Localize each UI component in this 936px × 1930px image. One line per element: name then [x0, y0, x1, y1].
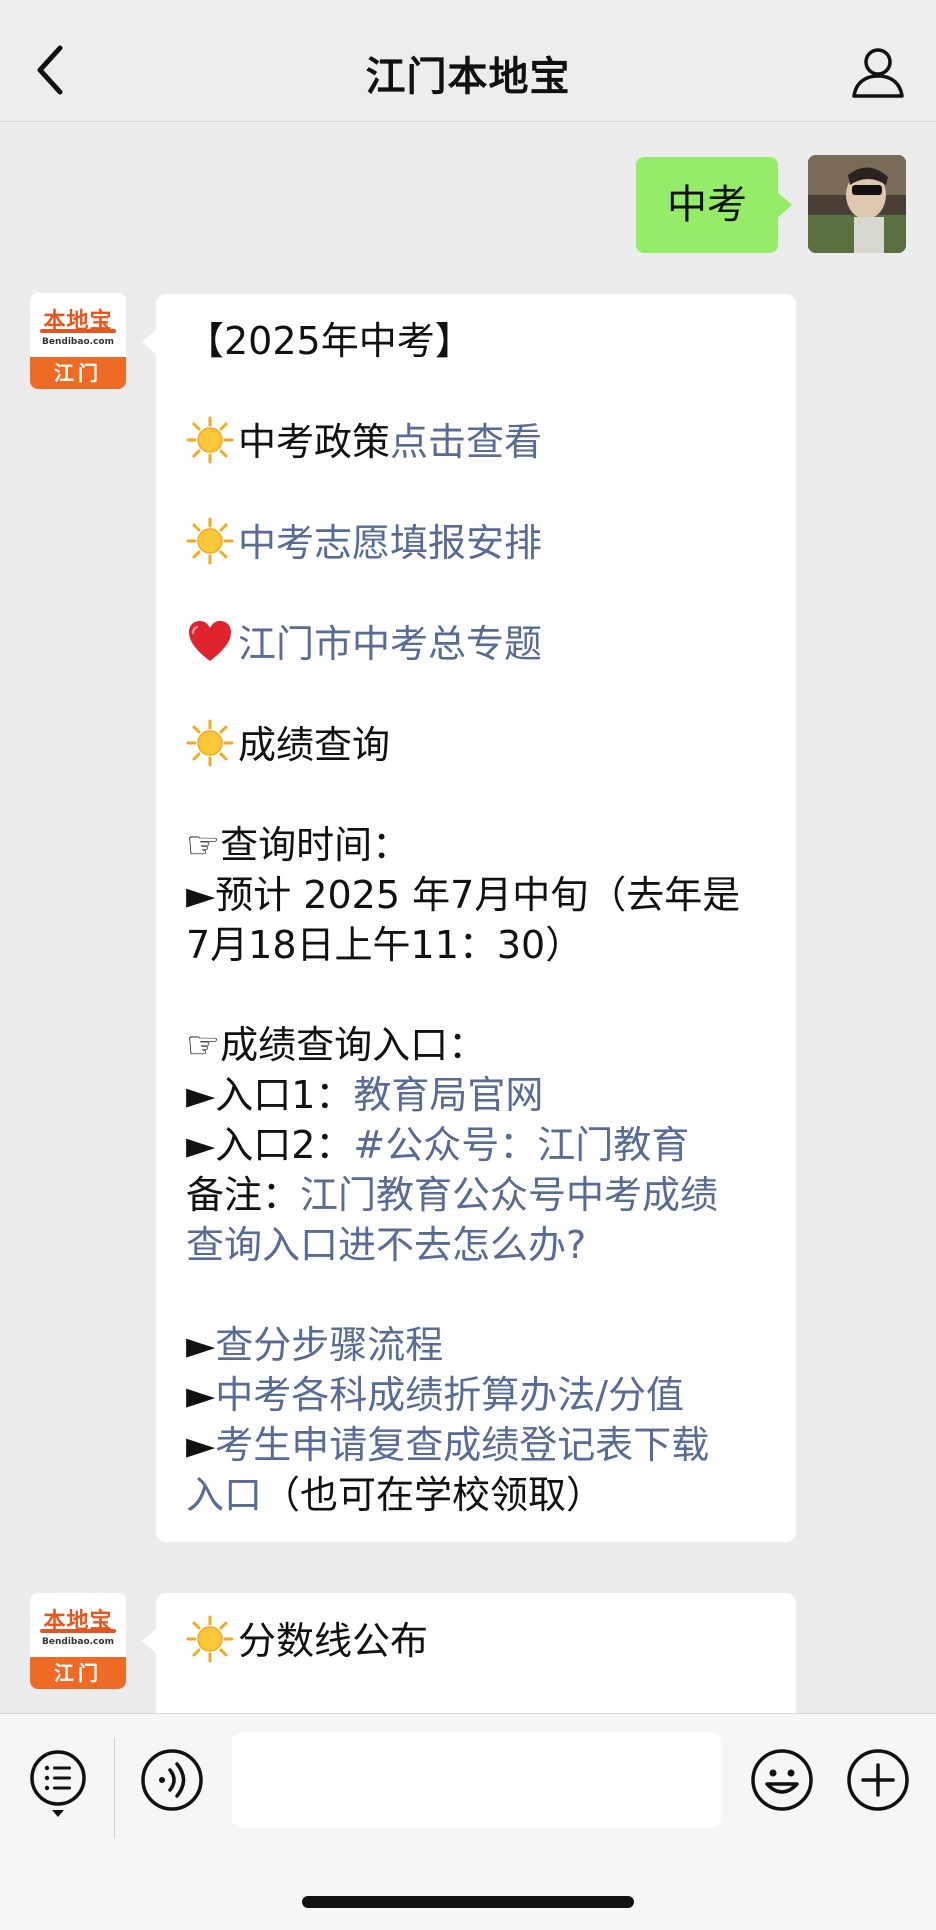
- conversion-link[interactable]: 中考各科成绩折算办法/分值: [215, 1373, 684, 1417]
- sun-emoji-icon: [186, 719, 234, 767]
- review-line-2: 入口（也可在学校领取）: [186, 1470, 768, 1520]
- cutoff-line: 分数线公布: [186, 1615, 768, 1666]
- entry1-prefix: ►入口1：: [186, 1073, 354, 1117]
- volunteer-line: 中考志愿填报安排: [186, 517, 768, 568]
- bot-message-bubble: 分数线公布: [142, 1593, 796, 1713]
- bot-avatar[interactable]: 本地宝 Bendibao.com 江门: [30, 1593, 126, 1689]
- chat-title: 江门本地宝: [365, 54, 571, 100]
- score-query-line: 成绩查询: [186, 719, 768, 770]
- conversion-line: ►中考各科成绩折算办法/分值: [186, 1370, 768, 1420]
- avatar-city: 江门: [30, 357, 126, 389]
- query-time-label: ☞查询时间：: [186, 823, 411, 867]
- person-icon[interactable]: [850, 44, 906, 100]
- menu-list-icon[interactable]: [28, 1748, 88, 1818]
- bot-message-bubble: 【2025年中考】 中考政策点击查看 中考志愿填报安排 江门市中考总专题 成绩查…: [142, 294, 796, 1542]
- note-link[interactable]: 江门教育公众号中考成绩: [300, 1173, 718, 1217]
- review-prefix: ►: [186, 1423, 216, 1467]
- note-link-cont[interactable]: 查询入口进不去怎么办?: [186, 1223, 586, 1267]
- review-link[interactable]: 考生申请复查成绩登记表下载: [215, 1423, 709, 1467]
- bar-divider: [114, 1738, 115, 1838]
- step-line: ►查分步骤流程: [186, 1320, 768, 1370]
- step-link[interactable]: 查分步骤流程: [215, 1323, 443, 1367]
- entry1-link[interactable]: 教育局官网: [353, 1073, 543, 1117]
- smiley-icon[interactable]: [750, 1748, 814, 1812]
- entry2-prefix: ►入口2：: [186, 1123, 354, 1167]
- entry1-line: ►入口1：教育局官网: [186, 1070, 768, 1120]
- input-bar: [0, 1713, 936, 1930]
- avatar-swoosh: [40, 329, 116, 333]
- voice-icon[interactable]: [140, 1748, 204, 1812]
- entry2-line: ►入口2：#公众号：江门教育: [186, 1120, 768, 1170]
- step-prefix: ►: [186, 1323, 216, 1367]
- policy-line: 中考政策点击查看: [186, 416, 768, 467]
- cutoff-label: 分数线公布: [238, 1619, 429, 1663]
- red-heart-emoji-icon: [189, 621, 231, 661]
- review-link-cont[interactable]: 入口: [186, 1473, 262, 1517]
- avatar-swoosh: [40, 1629, 116, 1633]
- policy-label: 中考政策: [238, 420, 391, 464]
- avatar-url: Bendibao.com: [42, 337, 114, 347]
- sun-emoji-icon: [186, 517, 234, 565]
- note-prefix: 备注：: [186, 1173, 301, 1217]
- topic-link[interactable]: 江门市中考总专题: [238, 622, 542, 666]
- user-avatar-photo: [808, 155, 906, 253]
- query-time-line2: 7月18日上午11：30）: [186, 923, 584, 967]
- review-suffix: （也可在学校领取）: [262, 1473, 605, 1517]
- avatar-url: Bendibao.com: [42, 1637, 114, 1647]
- entry-label: ☞成绩查询入口：: [186, 1023, 487, 1067]
- query-time-line1: ►预计 2025 年7月中旬（去年是: [186, 873, 741, 917]
- note-line: 备注：江门教育公众号中考成绩: [186, 1170, 768, 1220]
- entry2-link[interactable]: #公众号：江门教育: [353, 1123, 689, 1167]
- chat-area[interactable]: 中考 本地宝 Bendibao.com 江门 【2025年中考】 中考政策点击查…: [0, 123, 936, 1713]
- message-title: 【2025年中考】: [186, 319, 473, 363]
- sun-emoji-icon: [186, 1615, 234, 1663]
- policy-link[interactable]: 点击查看: [390, 420, 542, 464]
- topic-line: 江门市中考总专题: [186, 618, 768, 669]
- score-query-label: 成绩查询: [238, 723, 391, 767]
- plus-icon[interactable]: [846, 1748, 910, 1812]
- message-input[interactable]: [232, 1732, 722, 1828]
- home-indicator[interactable]: [302, 1896, 634, 1908]
- user-avatar[interactable]: [808, 155, 906, 253]
- review-line: ►考生申请复查成绩登记表下载: [186, 1420, 768, 1470]
- outgoing-message-row: 中考: [626, 155, 906, 255]
- note-line-2: 查询入口进不去怎么办?: [186, 1220, 768, 1270]
- conversion-prefix: ►: [186, 1373, 216, 1417]
- sun-emoji-icon: [186, 416, 234, 464]
- bot-avatar[interactable]: 本地宝 Bendibao.com 江门: [30, 293, 126, 389]
- chat-header: 江门本地宝: [0, 0, 936, 122]
- outgoing-bubble[interactable]: 中考: [636, 157, 792, 253]
- volunteer-link[interactable]: 中考志愿填报安排: [238, 521, 542, 565]
- avatar-city: 江门: [30, 1657, 126, 1689]
